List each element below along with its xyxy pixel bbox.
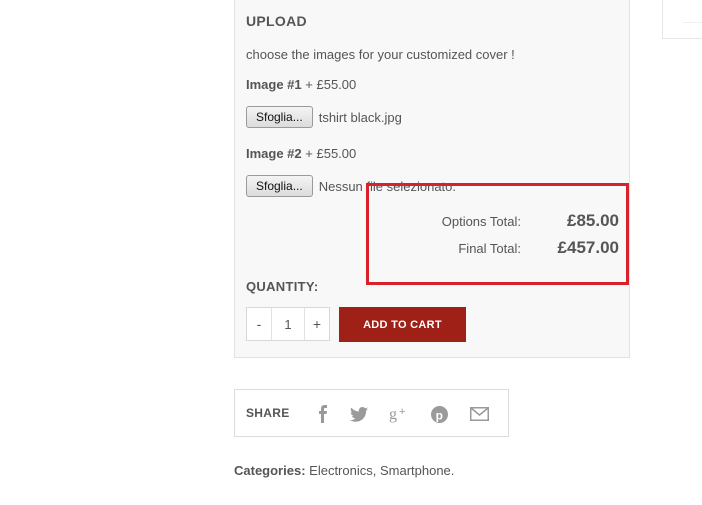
image-1-name: Image #1	[246, 77, 302, 92]
options-total-row: Options Total: £85.00	[359, 211, 619, 238]
totals-block: Options Total: £85.00 Final Total: £457.…	[359, 211, 619, 265]
upload-description: choose the images for your customized co…	[246, 47, 515, 62]
image-1-file-row: Sfoglia... tshirt black.jpg	[246, 105, 402, 129]
image-1-file-name: tshirt black.jpg	[318, 109, 402, 125]
corner-panel	[662, 0, 702, 39]
twitter-icon[interactable]	[349, 404, 369, 424]
share-label: SHARE	[246, 406, 290, 420]
final-total-label: Final Total:	[458, 241, 521, 256]
quantity-label: QUANTITY:	[246, 279, 319, 294]
quantity-input[interactable]: 1	[271, 308, 305, 340]
google-plus-icon[interactable]: g +	[389, 404, 409, 424]
quantity-decrease-button[interactable]: -	[247, 308, 271, 340]
upload-title: UPLOAD	[246, 13, 307, 29]
categories-label: Categories:	[234, 463, 306, 478]
svg-text:g: g	[389, 406, 397, 423]
categories-links[interactable]: Electronics, Smartphone.	[309, 463, 454, 478]
svg-text:p: p	[435, 408, 442, 422]
image-1-label: Image #1 + £55.00	[246, 77, 356, 92]
options-total-label: Options Total:	[441, 214, 521, 229]
image-2-browse-button[interactable]: Sfoglia...	[246, 175, 313, 197]
image-2-name: Image #2	[246, 146, 302, 161]
image-1-price: + £55.00	[305, 77, 357, 92]
share-bar: SHARE g + p	[234, 389, 509, 437]
image-2-price: + £55.00	[305, 146, 357, 161]
image-1-browse-button[interactable]: Sfoglia...	[246, 106, 313, 128]
image-2-file-name: Nessun file selezionato.	[318, 178, 457, 194]
final-total-value: £457.00	[557, 238, 619, 257]
categories-line: Categories: Electronics, Smartphone.	[234, 463, 454, 478]
final-total-row: Final Total: £457.00	[359, 238, 619, 265]
product-options-panel: UPLOAD choose the images for your custom…	[234, 0, 630, 358]
quantity-increase-button[interactable]: +	[305, 308, 329, 340]
pinterest-icon[interactable]: p	[429, 404, 449, 424]
image-2-label: Image #2 + £55.00	[246, 146, 356, 161]
facebook-icon[interactable]	[313, 404, 333, 424]
add-to-cart-button[interactable]: ADD TO CART	[339, 307, 466, 342]
image-2-file-row: Sfoglia... Nessun file selezionato.	[246, 174, 456, 198]
options-total-value: £85.00	[567, 211, 619, 230]
corner-panel-inner	[683, 2, 702, 23]
email-icon[interactable]	[469, 404, 489, 424]
svg-text:+: +	[399, 406, 405, 418]
quantity-stepper: - 1 +	[246, 307, 330, 341]
